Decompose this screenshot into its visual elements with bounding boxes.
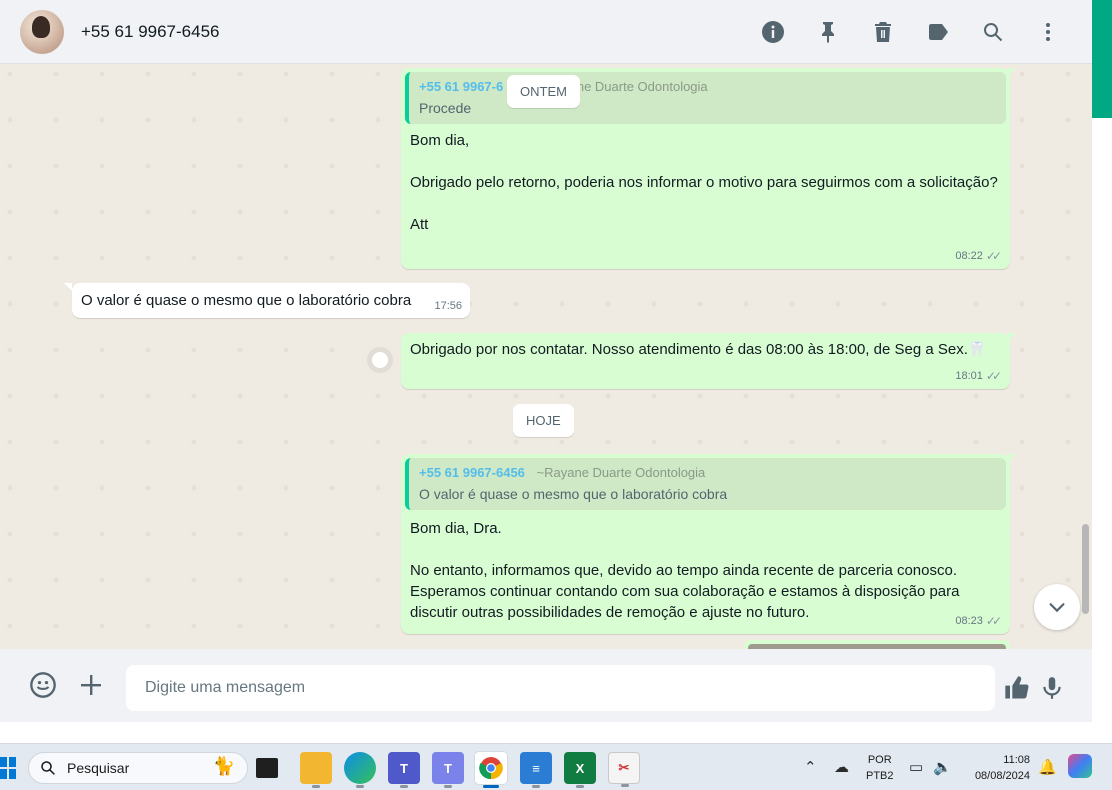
contact-avatar[interactable] (20, 9, 64, 54)
quote-sender-alias: ne Duarte Odontologia (576, 79, 708, 94)
notification-bell-icon[interactable]: 🔔 (1038, 758, 1057, 776)
quote-sender-phone: +55 61 9967-6 (419, 79, 504, 94)
onedrive-offline-icon[interactable]: ☁ (834, 758, 849, 776)
network-icon[interactable]: ▭ (909, 758, 923, 776)
start-button[interactable] (0, 757, 16, 779)
snipping-tool-icon[interactable]: ✂ (608, 752, 640, 787)
taskbar-clock[interactable]: 11:08 08/08/2024 (966, 752, 1030, 784)
clock-time: 11:08 (1003, 754, 1030, 766)
label-icon[interactable] (921, 16, 954, 48)
chevron-down-icon (1049, 603, 1065, 613)
window-accent-strip (1092, 0, 1112, 118)
keyboard-layout-code: PTB2 (866, 770, 894, 782)
info-icon[interactable] (756, 16, 789, 48)
image-message-preview[interactable] (744, 640, 1010, 649)
double-check-icon: ✓✓ (985, 614, 1002, 628)
quoted-message[interactable]: +55 61 9967-6456 ~Rayane Duarte Odontolo… (405, 458, 1006, 510)
message-meta: 08:23 ✓✓ (955, 614, 1002, 628)
quote-text: Procede (419, 100, 472, 116)
scroll-to-bottom-button[interactable] (1034, 584, 1080, 630)
message-text: Bom dia, Obrigado pelo retorno, poderia … (410, 132, 998, 233)
message-bubble-out[interactable]: Obrigado por nos contatar. Nosso atendim… (401, 333, 1010, 389)
input-language[interactable]: POR PTB2 (866, 752, 894, 784)
message-bubble-in[interactable]: O valor é quase o mesmo que o laboratóri… (72, 283, 470, 318)
message-composer (0, 649, 1092, 722)
taskbar-search[interactable]: Pesquisar 🐈 (28, 752, 248, 784)
tray-overflow-chevron-icon[interactable]: ⌃ (804, 758, 817, 776)
message-text: Obrigado por nos contatar. Nosso atendim… (410, 341, 987, 358)
bubble-tail (1008, 454, 1016, 462)
double-check-icon: ✓✓ (985, 249, 1002, 263)
message-text: O valor é quase o mesmo que o laboratóri… (81, 292, 412, 309)
window-edge (1092, 118, 1112, 743)
bubble-tail (1008, 68, 1016, 76)
attach-plus-icon[interactable] (76, 670, 106, 700)
notepad-icon[interactable]: ≡ (520, 752, 552, 788)
emoji-reaction-icon[interactable] (367, 347, 393, 373)
edge-browser-icon[interactable] (344, 752, 376, 788)
volume-icon[interactable]: 🔈 (933, 758, 952, 776)
bubble-tail (64, 283, 72, 291)
chrome-icon[interactable] (475, 752, 507, 788)
date-separator-yesterday: ONTEM (507, 75, 580, 108)
window-bottom-edge (0, 722, 1112, 743)
delete-icon[interactable] (866, 16, 899, 48)
chat-header: +55 61 9967-6456 (0, 0, 1092, 64)
emoji-icon[interactable] (28, 670, 58, 700)
message-time: 18:01 (955, 370, 983, 382)
date-separator-today: HOJE (513, 404, 574, 437)
windows-taskbar: Pesquisar 🐈 T T ≡ X ✂ ⌃ ☁ POR PTB2 ▭ 🔈 1… (0, 743, 1112, 790)
double-check-icon: ✓✓ (985, 369, 1002, 383)
message-bubble-out[interactable]: +55 61 9967-6456 ~Rayane Duarte Odontolo… (401, 454, 1010, 634)
message-list[interactable]: +55 61 9967-6 ne Duarte Odontologia Proc… (0, 64, 1092, 649)
microphone-icon[interactable] (1037, 673, 1067, 703)
language-code: POR (867, 754, 892, 766)
search-icon[interactable] (976, 16, 1009, 48)
taskbar-search-label: Pesquisar (67, 760, 130, 776)
clock-date: 08/08/2024 (974, 770, 1030, 782)
contact-name[interactable]: +55 61 9967-6456 (81, 22, 220, 42)
message-time: 08:23 (955, 615, 983, 627)
task-view-icon[interactable] (256, 758, 278, 778)
message-time: 17:56 (434, 300, 462, 312)
teams-icon[interactable]: T (388, 752, 420, 788)
search-icon (41, 761, 55, 775)
pin-icon[interactable] (811, 16, 844, 48)
file-explorer-icon[interactable] (300, 752, 332, 788)
menu-icon[interactable] (1031, 16, 1064, 48)
message-meta: 17:56 (434, 300, 462, 312)
message-input[interactable] (126, 665, 995, 711)
bubble-tail (1008, 333, 1016, 341)
teams-classic-icon[interactable]: T (432, 752, 464, 788)
quote-sender-alias: ~Rayane Duarte Odontologia (536, 465, 706, 480)
thumbs-up-sticker-icon[interactable] (1002, 673, 1032, 703)
quote-text: O valor é quase o mesmo que o laboratóri… (419, 486, 728, 502)
search-highlight-cat-icon: 🐈 (212, 756, 235, 776)
header-actions (756, 16, 1064, 48)
message-meta: 18:01 ✓✓ (955, 369, 1002, 383)
message-bubble-out[interactable]: +55 61 9967-6 ne Duarte Odontologia Proc… (401, 68, 1010, 269)
excel-icon[interactable]: X (564, 752, 596, 788)
copilot-icon[interactable] (1068, 754, 1092, 778)
message-text: Bom dia, Dra. No entanto, informamos que… (410, 520, 960, 621)
message-time: 08:22 (955, 250, 983, 262)
message-meta: 08:22 ✓✓ (955, 249, 1002, 263)
quoted-message[interactable]: +55 61 9967-6 ne Duarte Odontologia Proc… (405, 72, 1006, 124)
quote-sender-phone: +55 61 9967-6456 (419, 465, 525, 480)
chat-scrollbar[interactable] (1082, 524, 1089, 614)
